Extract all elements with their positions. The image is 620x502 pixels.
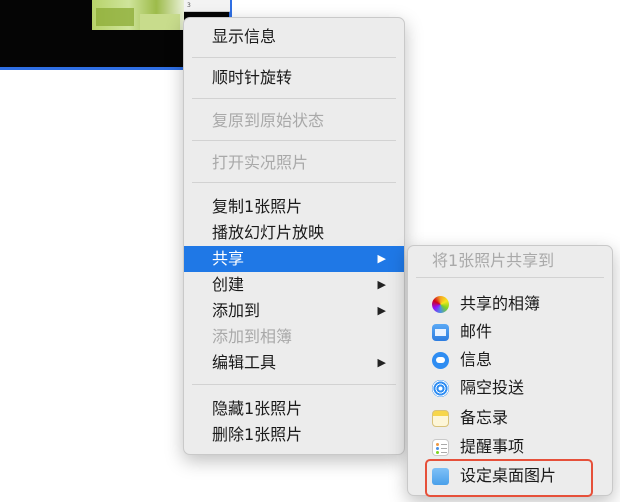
menu-item-add-to-album: 添加到相簿 — [212, 327, 293, 346]
menu-separator — [192, 57, 396, 58]
share-item-notes[interactable]: 备忘录 — [408, 403, 612, 433]
menu-item-revert-to-original: 复原到原始状态 — [212, 111, 325, 130]
share-submenu-header: 将1张照片共享到 — [432, 251, 555, 270]
share-item-airdrop[interactable]: 隔空投送 — [408, 373, 612, 403]
airdrop-icon — [432, 380, 449, 397]
menu-item-play-slideshow[interactable]: 播放幻灯片放映 — [184, 220, 404, 246]
menu-item-delete-photo[interactable]: 删除1张照片 — [184, 422, 404, 448]
share-item-mail[interactable]: 邮件 — [408, 317, 612, 347]
menu-item-share-label: 共享 — [212, 249, 245, 268]
notes-icon — [432, 410, 449, 427]
menu-item-get-info[interactable]: 显示信息 — [184, 24, 404, 50]
photo-page-label: 3 — [184, 0, 230, 12]
share-item-label: 共享的相簿 — [460, 294, 541, 313]
menu-separator — [192, 384, 396, 385]
share-item-shared-album[interactable]: 共享的相簿 — [408, 289, 612, 319]
share-item-reminders[interactable]: 提醒事项 — [408, 432, 612, 462]
submenu-arrow-icon: ▶ — [377, 278, 386, 291]
submenu-arrow-icon: ▶ — [377, 252, 386, 265]
menu-item-edit-with[interactable]: 编辑工具 ▶ — [184, 350, 404, 376]
menu-separator — [416, 277, 604, 278]
menu-item-open-live-photo: 打开实况照片 — [212, 153, 309, 172]
menu-item-create[interactable]: 创建 ▶ — [184, 272, 404, 298]
share-item-label: 隔空投送 — [460, 378, 525, 397]
menu-item-hide-photo[interactable]: 隐藏1张照片 — [184, 396, 404, 422]
submenu-arrow-icon: ▶ — [377, 356, 386, 369]
menu-separator — [192, 140, 396, 141]
menu-item-add-to-label: 添加到 — [212, 301, 261, 320]
menu-item-share[interactable]: 共享 ▶ — [184, 246, 404, 272]
menu-separator — [192, 98, 396, 99]
reminders-icon — [432, 439, 449, 456]
photo-detail — [140, 14, 180, 30]
photos-icon — [432, 296, 449, 313]
messages-icon — [432, 352, 449, 369]
share-item-label: 信息 — [460, 350, 493, 369]
share-item-messages[interactable]: 信息 — [408, 345, 612, 375]
context-menu: 显示信息 顺时针旋转 复原到原始状态 打开实况照片 复制1张照片 播放幻灯片放映… — [183, 17, 405, 455]
menu-item-edit-with-label: 编辑工具 — [212, 353, 277, 372]
highlight-callout-box — [425, 459, 593, 497]
share-item-label: 备忘录 — [460, 408, 509, 427]
share-item-label: 提醒事项 — [460, 437, 525, 456]
submenu-arrow-icon: ▶ — [377, 304, 386, 317]
menu-item-duplicate-photo[interactable]: 复制1张照片 — [184, 194, 404, 220]
mail-icon — [432, 324, 449, 341]
menu-item-add-to[interactable]: 添加到 ▶ — [184, 298, 404, 324]
menu-item-rotate-clockwise[interactable]: 顺时针旋转 — [184, 65, 404, 91]
photo-detail — [96, 8, 134, 26]
menu-item-create-label: 创建 — [212, 275, 245, 294]
menu-separator — [192, 182, 396, 183]
share-item-label: 邮件 — [460, 322, 493, 341]
